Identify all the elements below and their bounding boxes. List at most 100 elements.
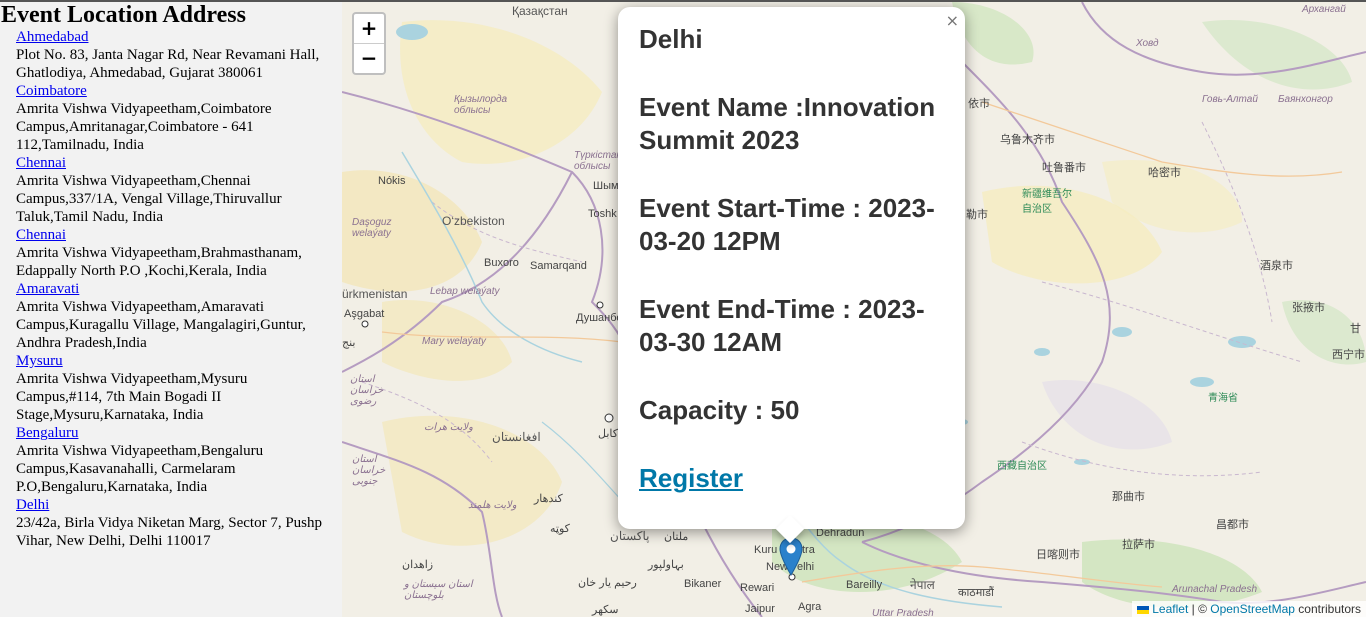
map-label: 吐鲁番市 <box>1042 162 1086 174</box>
map-label: Баянхонгор <box>1278 94 1333 105</box>
map-label: ولایت هلمند <box>468 500 517 511</box>
map-label: Говь-Алтай <box>1202 94 1258 105</box>
location-link-coimbatore[interactable]: Coimbatore <box>16 82 342 100</box>
map-label: سکھر <box>592 604 619 616</box>
map-attribution: Leaflet | © OpenStreetMap contributors <box>1131 601 1366 617</box>
location-address: Amrita Vishwa Vidyapeetham,Amaravati Cam… <box>16 299 306 351</box>
sidebar: Event Location Address Ahmedabad Plot No… <box>0 2 342 617</box>
map-label: 乌鲁木齐市 <box>1000 134 1055 146</box>
location-link-ahmedabad[interactable]: Ahmedabad <box>16 28 342 46</box>
zoom-control: + − <box>352 12 386 75</box>
map-label: Rewari <box>740 582 775 594</box>
map-label: 昌都市 <box>1216 519 1249 531</box>
map-label: پاکستان <box>610 529 650 543</box>
location-item: Bengaluru Amrita Vishwa Vidyapeetham,Ben… <box>16 424 342 496</box>
location-item: Ahmedabad Plot No. 83, Janta Nagar Rd, N… <box>16 28 342 82</box>
map-label: नेपाल <box>910 578 935 592</box>
location-link-bengaluru[interactable]: Bengaluru <box>16 424 342 442</box>
map-label: کندهار <box>534 493 563 505</box>
zoom-out-button[interactable]: − <box>354 43 384 73</box>
map-label: رحیم یار خان <box>578 577 637 589</box>
location-address: Plot No. 83, Janta Nagar Rd, Near Revama… <box>16 47 320 81</box>
location-address: 23/42a, Birla Vidya Niketan Marg, Sector… <box>16 515 323 549</box>
popup-content: Delhi Event Name :Innovation Summit 2023… <box>639 23 944 530</box>
location-address: Amrita Vishwa Vidyapeetham,Coimbatore Ca… <box>16 101 272 153</box>
map-label: بنج <box>342 337 356 349</box>
popup-event-name: Event Name :Innovation Summit 2023 <box>639 92 936 155</box>
map-label: Қызылорда облысы <box>454 94 508 116</box>
location-link-chennai[interactable]: Chennai <box>16 154 342 172</box>
map-label: 西宁市 <box>1332 349 1365 361</box>
location-address: Amrita Vishwa Vidyapeetham,Brahmasthanam… <box>16 245 302 279</box>
zoom-in-button[interactable]: + <box>354 14 384 43</box>
map-label: Samarqand <box>530 260 587 272</box>
popup-capacity: Capacity : 50 <box>639 395 800 425</box>
map-label: 酒泉市 <box>1260 260 1293 272</box>
location-link-mysuru[interactable]: Mysuru <box>16 352 342 370</box>
map-label: Toshk <box>588 208 617 220</box>
map-label: استان سیستان و بلوچستان <box>404 579 473 601</box>
map-label: Түркістан облысы <box>574 150 622 172</box>
location-list: Ahmedabad Plot No. 83, Janta Nagar Rd, N… <box>0 28 342 550</box>
map-label: 张掖市 <box>1292 302 1325 314</box>
location-item: Coimbatore Amrita Vishwa Vidyapeetham,Co… <box>16 82 342 154</box>
openstreetmap-link[interactable]: OpenStreetMap <box>1210 602 1295 616</box>
attribution-suffix: contributors <box>1294 602 1361 616</box>
map-label: 青海省 <box>1208 393 1238 404</box>
popup-city: Delhi <box>639 24 703 54</box>
location-link-amaravati[interactable]: Amaravati <box>16 280 342 298</box>
location-item: Delhi 23/42a, Birla Vidya Niketan Marg, … <box>16 496 342 550</box>
location-item: Mysuru Amrita Vishwa Vidyapeetham,Mysuru… <box>16 352 342 424</box>
close-icon[interactable]: × <box>946 11 959 30</box>
popup-end-time: Event End-Time : 2023-03-30 12AM <box>639 294 925 357</box>
attribution-separator: | © <box>1188 602 1211 616</box>
map-label: Arunachal Pradesh <box>1172 584 1258 595</box>
map-label: 日喀则市 <box>1036 549 1080 561</box>
map-label: 哈密市 <box>1148 167 1181 179</box>
map-container[interactable]: Қазақстан Архангай Ховд Говь-Алтай Баянх… <box>342 2 1366 617</box>
leaflet-link[interactable]: Leaflet <box>1152 602 1188 616</box>
map-label: Uttar Pradesh <box>872 608 934 617</box>
register-link[interactable]: Register <box>639 463 743 493</box>
map-label: Agra <box>798 601 822 613</box>
map-label: Jaipur <box>745 603 775 615</box>
map-label: Ховд <box>1136 38 1159 49</box>
map-label: 依市 <box>968 98 990 110</box>
location-address: Amrita Vishwa Vidyapeetham,Chennai Campu… <box>16 173 282 225</box>
map-label: استان خراسان رضوی <box>350 374 384 407</box>
map-label: 西藏自治区 <box>997 461 1047 472</box>
location-link-chennai-kochi[interactable]: Chennai <box>16 226 342 244</box>
popup-start-time: Event Start-Time : 2023-03-20 12PM <box>639 193 935 256</box>
location-item: Chennai Amrita Vishwa Vidyapeetham,Chenn… <box>16 154 342 226</box>
map-label: O‘zbekiston <box>442 214 505 228</box>
map-label: بہاولپور <box>648 559 684 571</box>
map-label: استان خراسان جنوبی <box>352 454 386 487</box>
location-address: Amrita Vishwa Vidyapeetham,Mysuru Campus… <box>16 371 248 423</box>
location-link-delhi[interactable]: Delhi <box>16 496 342 514</box>
map-label: Bareilly <box>846 579 883 591</box>
location-item: Amaravati Amrita Vishwa Vidyapeetham,Ama… <box>16 280 342 352</box>
map-label: tra <box>802 544 815 556</box>
map-label: Архангай <box>1302 4 1346 15</box>
map-label: Bikaner <box>684 578 722 590</box>
map-label: Lebap welaýaty <box>430 286 500 297</box>
map-label: 甘 <box>1350 323 1361 335</box>
map-label: Kuru <box>754 544 778 556</box>
location-address: Amrita Vishwa Vidyapeetham,Bengaluru Cam… <box>16 443 264 495</box>
map-label: Nókis <box>378 175 406 187</box>
map-label: Душанбе <box>576 312 623 324</box>
ukraine-flag-icon <box>1136 605 1149 614</box>
map-label: Daşoguz welaýaty <box>352 217 392 239</box>
sidebar-title: Event Location Address <box>1 2 246 28</box>
event-popup: × Delhi Event Name :Innovation Summit 20… <box>618 7 965 544</box>
map-label: 新疆维吾尔自治区 <box>1022 189 1072 215</box>
map-label: افغانستان <box>492 430 541 444</box>
map-label: کوټه <box>550 523 570 535</box>
map-label: کابل <box>598 428 618 440</box>
map-label: Mary welaýaty <box>422 336 486 347</box>
map-label: Қазақстан <box>512 4 568 18</box>
location-item: Chennai Amrita Vishwa Vidyapeetham,Brahm… <box>16 226 342 280</box>
map-label: 勒市 <box>966 209 988 221</box>
map-label: 那曲市 <box>1112 491 1145 503</box>
map-label: Aşgabat <box>344 308 385 320</box>
